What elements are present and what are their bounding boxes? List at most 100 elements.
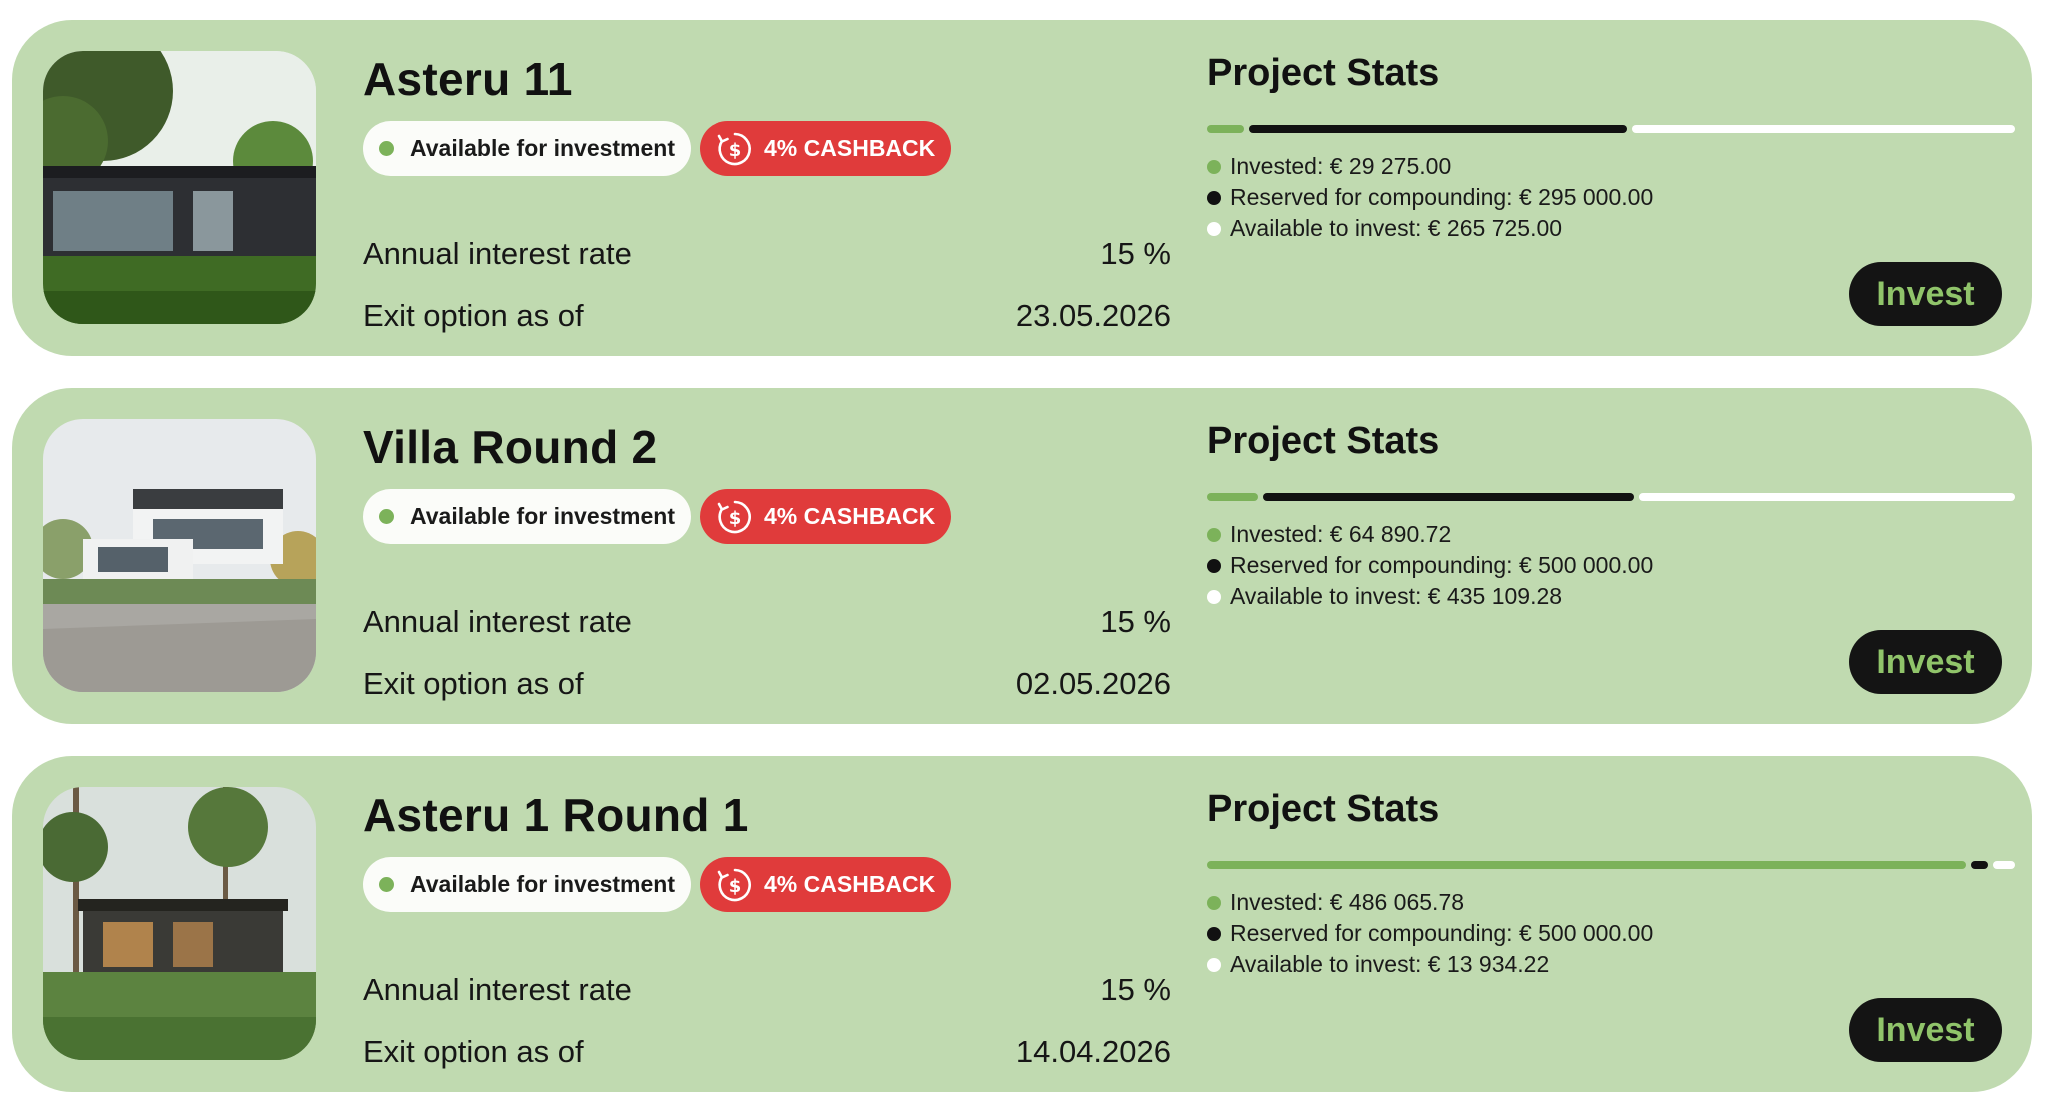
invested-text: Invested: € 64 890.72 — [1230, 521, 1452, 547]
project-title: Asteru 11 — [363, 53, 573, 105]
invested-legend: Invested: € 29 275.00 — [1207, 151, 2015, 182]
invested-dot-icon — [1207, 527, 1221, 542]
funding-progress-bar — [1207, 493, 2015, 501]
cashback-badge: $ 4% CASHBACK — [700, 121, 952, 176]
reserved-segment — [1971, 861, 1989, 869]
interest-rate-row: Annual interest rate 15 % — [363, 236, 1171, 272]
invested-legend: Invested: € 486 065.78 — [1207, 887, 2015, 918]
reserved-dot-icon — [1207, 558, 1221, 573]
cashback-label: 4% CASHBACK — [764, 135, 936, 161]
exit-option-value: 23.05.2026 — [1015, 298, 1171, 333]
interest-rate-row: Annual interest rate 15 % — [363, 972, 1171, 1008]
reserved-text: Reserved for compounding: € 500 000.00 — [1230, 920, 1654, 946]
available-text: Available to invest: € 265 725.00 — [1230, 215, 1563, 241]
invested-dot-icon — [1207, 895, 1221, 910]
reserved-dot-icon — [1207, 926, 1221, 941]
project-title: Asteru 1 Round 1 — [363, 789, 749, 841]
available-segment — [1639, 493, 2015, 501]
cashback-icon: $ — [717, 500, 751, 533]
exit-option-label: Exit option as of — [363, 1034, 584, 1069]
invested-legend: Invested: € 64 890.72 — [1207, 519, 2015, 550]
interest-rate-value: 15 % — [1100, 604, 1171, 639]
invested-segment — [1207, 861, 1967, 869]
svg-text:$: $ — [729, 140, 742, 161]
project-image — [43, 51, 316, 324]
invested-dot-icon — [1207, 159, 1221, 174]
cashback-badge: $ 4% CASHBACK — [700, 489, 952, 544]
exit-option-label: Exit option as of — [363, 298, 584, 333]
invest-button[interactable]: Invest — [1849, 998, 2002, 1062]
project-card: Villa Round 2 Available for investment $… — [12, 388, 2032, 724]
exit-option-row: Exit option as of 02.05.2026 — [363, 666, 1171, 702]
stats-legend: Invested: € 64 890.72 Reserved for compo… — [1207, 519, 2015, 612]
status-dot-icon — [379, 877, 394, 892]
available-legend: Available to invest: € 435 109.28 — [1207, 581, 2015, 612]
interest-rate-value: 15 % — [1100, 972, 1171, 1007]
stats-title: Project Stats — [1207, 52, 1440, 94]
status-dot-icon — [379, 509, 394, 524]
invest-button[interactable]: Invest — [1849, 630, 2002, 694]
stats-title: Project Stats — [1207, 788, 1440, 830]
project-title: Villa Round 2 — [363, 421, 658, 473]
reserved-segment — [1263, 493, 1635, 501]
exit-option-value: 14.04.2026 — [1015, 1034, 1171, 1069]
available-legend: Available to invest: € 13 934.22 — [1207, 949, 2015, 980]
badge-row: Available for investment $ 4% CASHBACK — [363, 489, 952, 544]
invested-segment — [1207, 493, 1259, 501]
cashback-label: 4% CASHBACK — [764, 503, 936, 529]
exit-option-value: 02.05.2026 — [1015, 666, 1171, 701]
project-stats: Project Stats Invested: € 486 065.78 Res… — [1207, 788, 2015, 980]
interest-rate-label: Annual interest rate — [363, 604, 632, 639]
interest-rate-label: Annual interest rate — [363, 972, 632, 1007]
svg-text:$: $ — [729, 876, 742, 897]
reserved-dot-icon — [1207, 190, 1221, 205]
exit-option-label: Exit option as of — [363, 666, 584, 701]
status-dot-icon — [379, 141, 394, 156]
status-badge: Available for investment — [363, 489, 692, 544]
badge-row: Available for investment $ 4% CASHBACK — [363, 857, 952, 912]
available-segment — [1993, 861, 2015, 869]
svg-text:$: $ — [729, 508, 742, 529]
cashback-icon: $ — [717, 132, 751, 165]
reserved-text: Reserved for compounding: € 500 000.00 — [1230, 552, 1654, 578]
invested-segment — [1207, 125, 1245, 133]
available-dot-icon — [1207, 957, 1221, 972]
available-dot-icon — [1207, 589, 1221, 604]
available-legend: Available to invest: € 265 725.00 — [1207, 213, 2015, 244]
stats-legend: Invested: € 486 065.78 Reserved for comp… — [1207, 887, 2015, 980]
available-dot-icon — [1207, 221, 1221, 236]
status-label: Available for investment — [410, 871, 676, 897]
reserved-legend: Reserved for compounding: € 500 000.00 — [1207, 918, 2015, 949]
exit-option-row: Exit option as of 23.05.2026 — [363, 298, 1171, 334]
reserved-text: Reserved for compounding: € 295 000.00 — [1230, 184, 1654, 210]
project-image — [43, 787, 316, 1060]
project-image — [43, 419, 316, 692]
interest-rate-label: Annual interest rate — [363, 236, 632, 271]
funding-progress-bar — [1207, 125, 2015, 133]
exit-option-row: Exit option as of 14.04.2026 — [363, 1034, 1171, 1070]
available-segment — [1632, 125, 2015, 133]
reserved-legend: Reserved for compounding: € 500 000.00 — [1207, 550, 2015, 581]
cashback-label: 4% CASHBACK — [764, 871, 936, 897]
cashback-icon: $ — [717, 868, 751, 901]
status-label: Available for investment — [410, 135, 676, 161]
available-text: Available to invest: € 435 109.28 — [1230, 583, 1563, 609]
invested-text: Invested: € 29 275.00 — [1230, 153, 1452, 179]
status-badge: Available for investment — [363, 857, 692, 912]
status-label: Available for investment — [410, 503, 676, 529]
status-badge: Available for investment — [363, 121, 692, 176]
funding-progress-bar — [1207, 861, 2015, 869]
stats-legend: Invested: € 29 275.00 Reserved for compo… — [1207, 151, 2015, 244]
reserved-legend: Reserved for compounding: € 295 000.00 — [1207, 182, 2015, 213]
cashback-badge: $ 4% CASHBACK — [700, 857, 952, 912]
stats-title: Project Stats — [1207, 420, 1440, 462]
project-card: Asteru 1 Round 1 Available for investmen… — [12, 756, 2032, 1092]
interest-rate-value: 15 % — [1100, 236, 1171, 271]
available-text: Available to invest: € 13 934.22 — [1230, 951, 1550, 977]
reserved-segment — [1249, 125, 1628, 133]
project-stats: Project Stats Invested: € 64 890.72 Rese… — [1207, 420, 2015, 612]
project-card: Asteru 11 Available for investment $ 4% … — [12, 20, 2032, 356]
invest-button[interactable]: Invest — [1849, 262, 2002, 326]
project-list: Asteru 11 Available for investment $ 4% … — [0, 0, 2048, 1103]
invested-text: Invested: € 486 065.78 — [1230, 889, 1465, 915]
